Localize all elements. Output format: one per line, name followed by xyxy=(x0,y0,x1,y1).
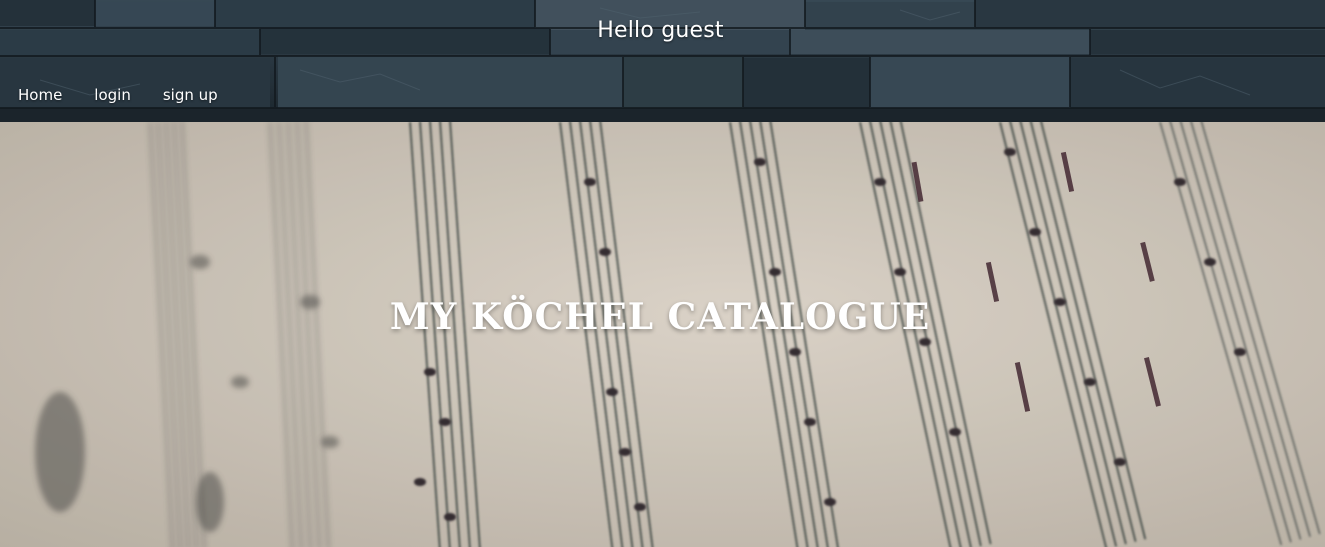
site-header: Hello guest Home login sign up xyxy=(0,0,1325,122)
hero-banner: MY KÖCHEL CATALOGUE xyxy=(0,122,1325,547)
nav-link-sign-up[interactable]: sign up xyxy=(163,86,234,104)
nav-link-login[interactable]: login xyxy=(94,86,163,104)
page: Hello guest Home login sign up MY KÖCHEL… xyxy=(0,0,1325,547)
main-nav: Home login sign up xyxy=(0,84,234,106)
nav-link-home[interactable]: Home xyxy=(18,86,94,104)
greeting-text: Hello guest xyxy=(597,18,724,43)
page-title: MY KÖCHEL CATALOGUE xyxy=(389,296,931,339)
